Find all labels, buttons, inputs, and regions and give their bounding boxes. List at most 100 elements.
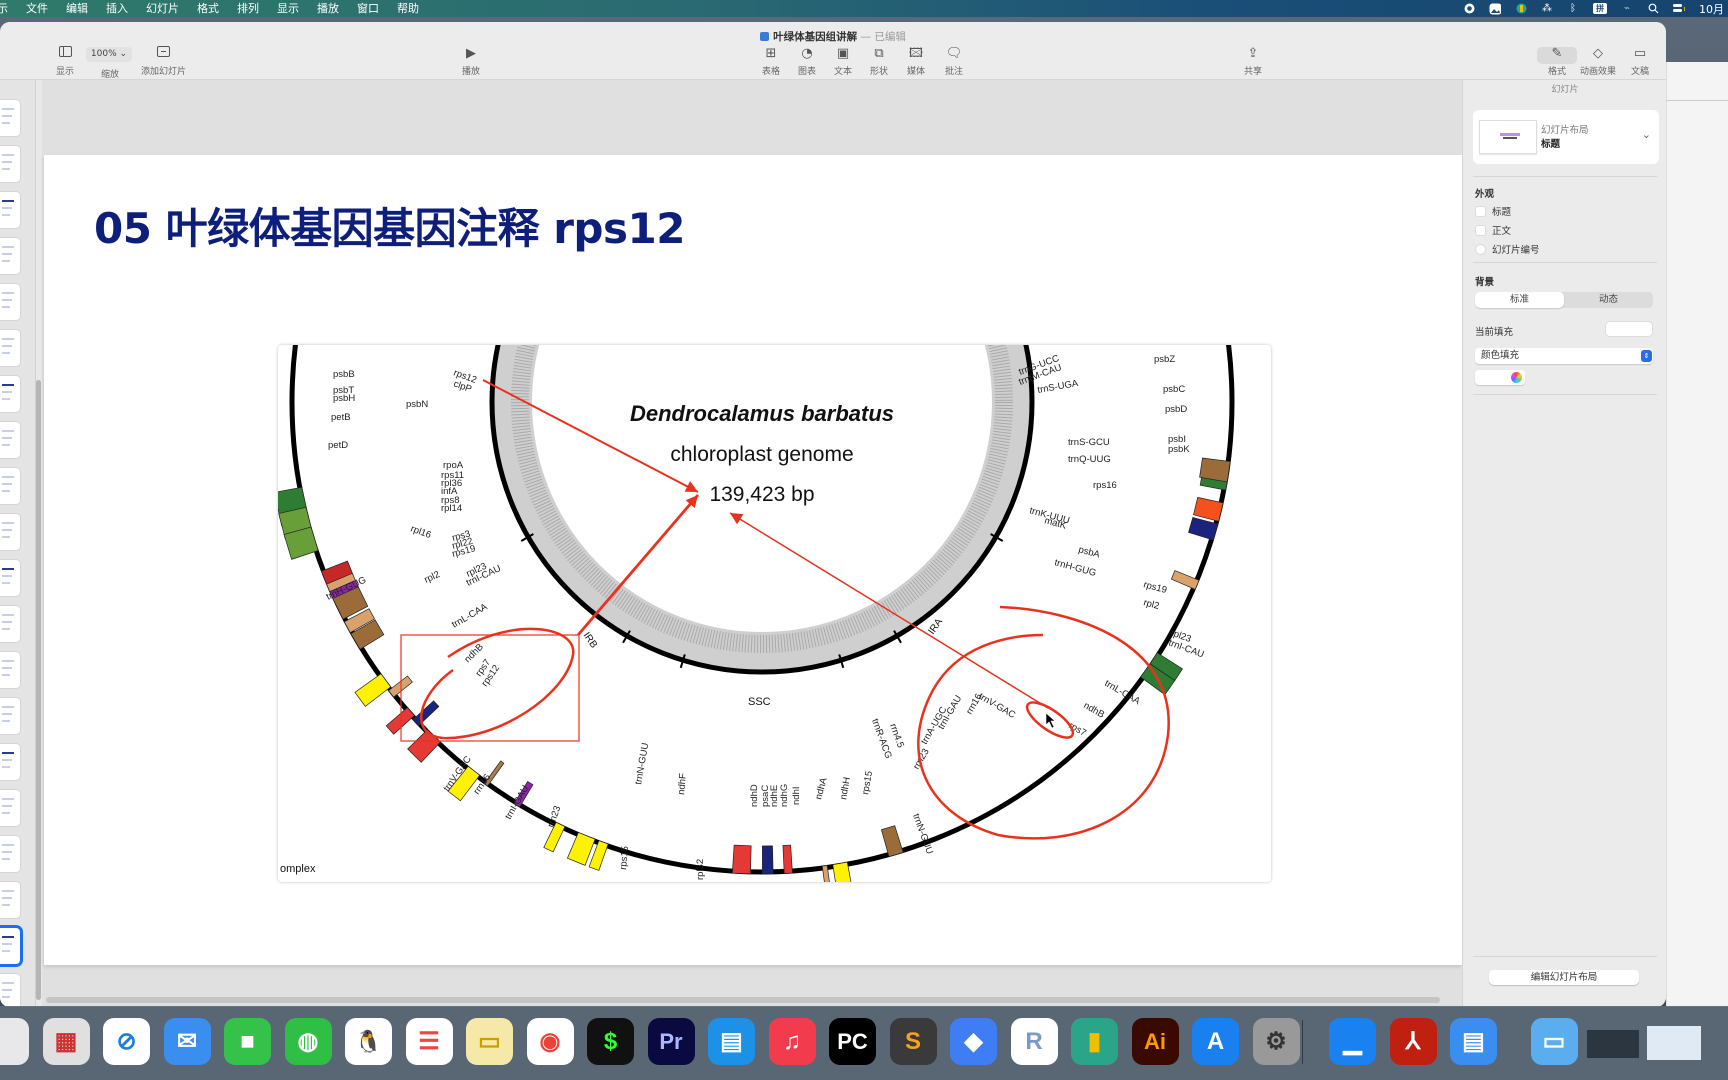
wifi-off-icon[interactable]: ⌁	[1621, 3, 1633, 14]
checkbox[interactable]	[1475, 205, 1486, 217]
animate-tab[interactable]: ◇ 动画效果	[1580, 46, 1616, 77]
dock-pycharm[interactable]: PC	[829, 1018, 876, 1065]
dock-qq[interactable]: 🐧	[345, 1018, 392, 1065]
search-icon[interactable]	[1647, 3, 1659, 14]
edit-slide-layout-button[interactable]: 编辑幻灯片布局	[1489, 970, 1639, 985]
menu-file[interactable]: 文件	[17, 0, 57, 17]
slide-thumbnail[interactable]	[0, 790, 20, 826]
slide-thumbnail[interactable]	[0, 652, 20, 688]
chart-button[interactable]: ◔ 图表	[798, 46, 816, 77]
dock-notes[interactable]: ▭	[466, 1018, 513, 1065]
slide-thumbnail[interactable]	[0, 146, 20, 182]
horizontal-scrollbar[interactable]	[46, 997, 1440, 1003]
dock-docker[interactable]: ▤	[708, 1018, 755, 1065]
document-tab[interactable]: ▭ 文稿	[1631, 46, 1649, 77]
dock-rstudio[interactable]: R	[1010, 1018, 1058, 1065]
control-center-icon[interactable]	[1673, 3, 1685, 14]
navigator-scrollbar[interactable]	[36, 380, 41, 1000]
dock-terminal[interactable]: $	[587, 1018, 634, 1065]
fill-type-select[interactable]: 颜色填充 ⇕	[1475, 348, 1653, 364]
photo-icon[interactable]	[1489, 3, 1501, 14]
body-checkbox[interactable]: 正文	[1475, 223, 1511, 237]
color-wheel-icon[interactable]	[1511, 372, 1522, 383]
dock-lantern[interactable]: ▮	[1071, 1018, 1118, 1065]
menu-window[interactable]: 窗口	[348, 0, 388, 17]
slide-thumbnail[interactable]	[0, 330, 20, 366]
bluetooth-icon[interactable]: ᛒ	[1567, 3, 1579, 14]
menu-arrange[interactable]: 排列	[228, 0, 268, 17]
airpods-icon[interactable]: ⁂	[1541, 3, 1553, 14]
slide[interactable]: 05 叶绿体基因基因注释 rps12 Dendrocalamus barbatu…	[44, 155, 1462, 965]
share-button[interactable]: ⇪ 共享	[1244, 46, 1262, 77]
dock-facetime[interactable]: ■	[224, 1018, 271, 1065]
slide-thumbnail[interactable]	[0, 560, 20, 596]
slide-thumbnail[interactable]	[0, 836, 20, 872]
zoom-select[interactable]: 100% ⌄	[86, 47, 132, 62]
lantern-icon[interactable]	[1515, 3, 1527, 14]
dock-mail[interactable]: ✉	[163, 1018, 211, 1065]
dock-music[interactable]: ♫	[768, 1018, 816, 1065]
menu-slide[interactable]: 幻灯片	[137, 0, 188, 17]
menu-help[interactable]: 帮助	[388, 0, 428, 17]
menu-edit[interactable]: 编辑	[57, 0, 97, 17]
dock-launchpad[interactable]: ▦	[42, 1018, 90, 1065]
slide-thumbnail[interactable]	[0, 744, 20, 780]
format-tab[interactable]: ✎ 格式	[1548, 46, 1566, 77]
dock-safari[interactable]: ⊘	[103, 1018, 150, 1065]
slide-thumbnail[interactable]	[0, 422, 20, 458]
checkbox[interactable]	[1475, 224, 1486, 236]
minimized-window-chrome[interactable]	[1647, 1026, 1701, 1060]
slide-thumbnail[interactable]	[0, 192, 20, 228]
slide-thumbnail[interactable]	[0, 928, 20, 964]
current-fill-swatch[interactable]	[1605, 321, 1653, 337]
dock-chrome[interactable]: ◉	[526, 1018, 574, 1065]
menu-app[interactable]: 演示	[0, 0, 17, 17]
genome-map-image[interactable]: Dendrocalamus barbatus chloroplast genome…	[278, 345, 1271, 882]
background-standard[interactable]: 标准	[1475, 292, 1564, 308]
dock-illustrator[interactable]: Ai	[1131, 1018, 1179, 1065]
slide-thumbnail[interactable]	[0, 238, 20, 274]
dock-archive-utility[interactable]: ▤	[1450, 1018, 1497, 1065]
add-slide-button[interactable]: 添加幻灯片	[141, 46, 186, 77]
clock[interactable]: 10月	[1699, 1, 1724, 17]
text-button[interactable]: ▣ 文本	[834, 46, 852, 77]
slide-thumbnail[interactable]	[0, 974, 20, 1007]
media-button[interactable]: 🖾 媒体	[907, 46, 925, 77]
dock-sublime-text[interactable]: S	[889, 1018, 937, 1065]
dock-system-settings[interactable]: ⚙	[1252, 1018, 1300, 1065]
dock-app-store[interactable]: A	[1192, 1018, 1239, 1065]
dock-downloads[interactable]: ▭	[1530, 1018, 1578, 1065]
shape-button[interactable]: ⧉ 形状	[870, 46, 888, 77]
menu-insert[interactable]: 插入	[97, 0, 137, 17]
menu-view[interactable]: 显示	[268, 0, 308, 17]
slide-number-checkbox[interactable]: 幻灯片编号	[1475, 242, 1540, 256]
dock-keynote[interactable]: ▁	[1329, 1018, 1376, 1065]
minimized-window-terminal[interactable]	[1587, 1030, 1639, 1058]
dock-wechat[interactable]: ◍	[284, 1018, 332, 1065]
play-button[interactable]: ▶ 播放	[462, 46, 480, 77]
slide-thumbnail[interactable]	[0, 468, 20, 504]
color-well[interactable]	[1475, 370, 1525, 385]
checkbox[interactable]	[1475, 243, 1486, 255]
record-icon[interactable]	[1463, 3, 1475, 14]
slide-thumbnail[interactable]	[0, 514, 20, 550]
title-checkbox[interactable]: 标题	[1475, 204, 1511, 218]
background-dynamic[interactable]: 动态	[1564, 292, 1653, 308]
slide-thumbnail[interactable]	[0, 882, 20, 918]
dock-reminders[interactable]: ☰	[405, 1018, 453, 1065]
dock-acrobat[interactable]: ⅄	[1389, 1018, 1437, 1065]
table-button[interactable]: ⊞ 表格	[762, 46, 780, 77]
menu-format[interactable]: 格式	[188, 0, 228, 17]
slide-title[interactable]: 05 叶绿体基因基因注释 rps12	[94, 195, 685, 256]
dock-premiere-pro[interactable]: Pr	[647, 1018, 695, 1065]
slide-thumbnail[interactable]	[0, 376, 20, 412]
menu-play[interactable]: 播放	[308, 0, 348, 17]
slide-thumbnail[interactable]	[0, 100, 20, 136]
slide-thumbnail[interactable]	[0, 284, 20, 320]
slide-thumbnail[interactable]	[0, 698, 20, 734]
input-method-icon[interactable]: 拼	[1593, 3, 1607, 14]
dock-drafts[interactable]: ◆	[950, 1018, 997, 1065]
slide-layout-selector[interactable]: 幻灯片布局 标题 ⌄	[1473, 110, 1659, 164]
slide-thumbnail[interactable]	[0, 606, 20, 642]
view-button[interactable]: 显示	[56, 46, 74, 77]
